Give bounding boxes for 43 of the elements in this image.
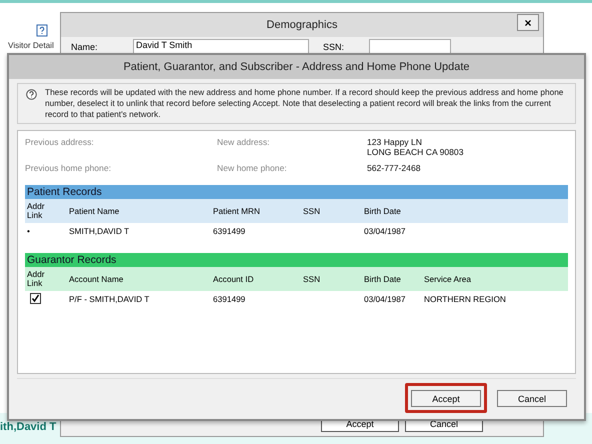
column-header: Birth Date: [364, 274, 402, 284]
dialog-title: Patient, Guarantor, and Subscriber - Address and Home Phone Update: [9, 55, 584, 79]
table-cell: SMITH,DAVID T: [69, 226, 130, 236]
column-header: Service Area: [424, 274, 472, 284]
column-header: Birth Date: [364, 206, 402, 216]
field-label: Name:: [71, 42, 99, 52]
field-label: New address:: [217, 137, 271, 149]
column-header: Account Name: [69, 274, 124, 284]
column-header: Patient Name: [69, 206, 120, 216]
close-button[interactable]: ×: [517, 14, 539, 31]
info-text: These records will be updated with the new address and home phone number. If a record should keep the previous address and home phone number, deselect it to unlink that record before selecting Accept. Note that deselecting a patient record will break the links from the current record to that patient's network.: [45, 87, 564, 120]
section-header: Patient Records: [25, 185, 568, 199]
toolbar-item[interactable]: Visitor Detail: [8, 41, 54, 50]
patient-name: ith,David T: [0, 421, 56, 433]
name-field[interactable]: David T Smith: [133, 39, 309, 54]
column-header: Addr Link: [27, 202, 46, 220]
column-header: Patient MRN: [213, 206, 262, 216]
field-label: Previous address:: [25, 137, 95, 149]
checkbox[interactable]: [30, 293, 41, 304]
help-icon[interactable]: [36, 24, 48, 37]
field-label: SSN:: [323, 42, 346, 52]
window-title: Demographics: [266, 19, 338, 31]
field-label: New home phone:: [217, 163, 288, 173]
help-icon: [26, 89, 37, 100]
table-cell: P/F - SMITH,DAVID T: [69, 294, 150, 304]
bullet: •: [27, 226, 30, 236]
table-cell: NORTHERN REGION: [424, 294, 506, 304]
address-line: LONG BEACH CA 90803: [367, 147, 464, 157]
column-header: Addr Link: [27, 270, 46, 288]
ssn-field[interactable]: [369, 39, 451, 54]
phone-value: 562-777-2468: [367, 163, 422, 173]
dialog-button[interactable]: Accept: [411, 390, 481, 407]
column-header: Account ID: [213, 274, 255, 284]
address-line: 123 Happy LN: [367, 137, 423, 147]
table-cell: 03/04/1987: [364, 226, 406, 236]
field-label: Previous home phone:: [25, 163, 112, 173]
table-cell: 6391499: [213, 226, 246, 236]
section-header: Guarantor Records: [25, 253, 568, 267]
table-cell: 03/04/1987: [364, 294, 406, 304]
column-header: SSN: [303, 206, 322, 216]
dialog-button[interactable]: Cancel: [497, 390, 567, 407]
column-header: SSN: [303, 274, 322, 284]
table-cell: 6391499: [213, 294, 246, 304]
